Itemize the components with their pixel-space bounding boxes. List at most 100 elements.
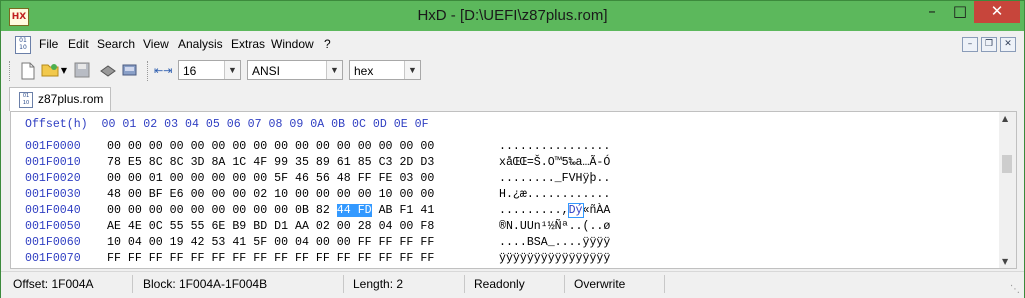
hex-byte[interactable]: 48: [107, 188, 121, 201]
hex-byte[interactable]: FD: [357, 204, 372, 217]
hex-byte[interactable]: 10: [274, 188, 288, 201]
hex-byte[interactable]: 00: [211, 140, 225, 153]
hex-byte[interactable]: 00: [107, 204, 121, 217]
hex-byte[interactable]: FF: [379, 236, 393, 249]
tab-z87plus[interactable]: 01 10 z87plus.rom: [9, 87, 111, 111]
hex-byte[interactable]: 00: [107, 140, 121, 153]
bytes-per-row-select[interactable]: 16 ▼: [178, 60, 241, 80]
hex-byte[interactable]: BD: [253, 220, 267, 233]
hex-bytes[interactable]: 78 E5 8C 8C 3D 8A 1C 4F 99 35 89 61 85 C…: [107, 155, 434, 171]
hex-byte[interactable]: FF: [358, 252, 372, 265]
scroll-thumb[interactable]: [1002, 155, 1012, 173]
hex-byte[interactable]: FF: [420, 252, 434, 265]
hex-byte[interactable]: 00: [211, 204, 225, 217]
save-icon[interactable]: [73, 62, 91, 80]
hex-byte[interactable]: 8C: [170, 156, 184, 169]
hex-byte[interactable]: FF: [107, 252, 121, 265]
hex-byte[interactable]: 00: [149, 140, 163, 153]
hex-byte[interactable]: 41: [420, 204, 434, 217]
hex-byte[interactable]: 00: [358, 140, 372, 153]
hex-bytes[interactable]: 00 00 00 00 00 00 00 00 00 0B 82 44 FD A…: [107, 203, 434, 219]
hex-byte[interactable]: 78: [107, 156, 121, 169]
hex-byte[interactable]: 00: [128, 172, 142, 185]
hex-byte[interactable]: AA: [295, 220, 309, 233]
hex-byte[interactable]: 55: [170, 220, 184, 233]
hex-byte[interactable]: 00: [232, 140, 246, 153]
text-column[interactable]: H.¿æ............: [499, 187, 610, 203]
hex-byte[interactable]: 3D: [191, 156, 205, 169]
hex-byte[interactable]: 00: [191, 204, 205, 217]
hex-byte[interactable]: 00: [274, 140, 288, 153]
vertical-scrollbar[interactable]: ▲ ▼: [999, 112, 1016, 268]
hex-byte[interactable]: 55: [191, 220, 205, 233]
toolbar-grip[interactable]: [9, 61, 13, 81]
hex-byte[interactable]: 00: [107, 172, 121, 185]
menu-analysis[interactable]: Analysis: [178, 37, 223, 51]
hex-byte[interactable]: FF: [191, 252, 205, 265]
hex-byte[interactable]: 04: [295, 236, 309, 249]
hex-byte[interactable]: 48: [337, 172, 351, 185]
mdi-close-icon[interactable]: ✕: [1000, 37, 1016, 52]
title-bar[interactable]: HX HxD - [D:\UEFI\z87plus.rom] – □ ✕: [1, 1, 1024, 31]
hex-byte[interactable]: 00: [316, 188, 330, 201]
mdi-restore-icon[interactable]: ❐: [981, 37, 997, 52]
hex-byte[interactable]: 00: [399, 140, 413, 153]
hex-byte[interactable]: 00: [274, 236, 288, 249]
hex-byte[interactable]: 00: [170, 140, 184, 153]
scroll-down-icon[interactable]: ▼: [1002, 257, 1008, 266]
hex-byte[interactable]: 04: [128, 236, 142, 249]
hex-bytes[interactable]: 48 00 BF E6 00 00 00 02 10 00 00 00 00 1…: [107, 187, 434, 203]
text-selection[interactable]: Dý: [567, 203, 584, 218]
hex-byte[interactable]: 01: [149, 172, 163, 185]
hex-byte[interactable]: AE: [107, 220, 121, 233]
hex-byte[interactable]: 42: [191, 236, 205, 249]
hex-byte[interactable]: 0B: [295, 204, 309, 217]
menu-extras[interactable]: Extras: [231, 37, 265, 51]
hex-byte[interactable]: 5F: [274, 172, 288, 185]
hex-byte[interactable]: 00: [232, 188, 246, 201]
chevron-down-icon[interactable]: ▼: [224, 61, 240, 79]
hex-byte[interactable]: 00: [191, 188, 205, 201]
hex-byte[interactable]: 8C: [149, 156, 163, 169]
text-column[interactable]: ®N.UUn¹½Ñª..(..ø: [499, 219, 610, 235]
menu-edit[interactable]: Edit: [68, 37, 89, 51]
hex-byte[interactable]: 82: [316, 204, 330, 217]
hex-byte[interactable]: 00: [295, 188, 309, 201]
hex-byte[interactable]: 03: [399, 172, 413, 185]
hex-byte[interactable]: FF: [253, 252, 267, 265]
hex-byte[interactable]: 2D: [399, 156, 413, 169]
hex-byte[interactable]: FF: [337, 252, 351, 265]
hex-byte[interactable]: 00: [274, 204, 288, 217]
hex-byte[interactable]: 02: [253, 188, 267, 201]
hex-byte[interactable]: 00: [170, 172, 184, 185]
menu-window[interactable]: Window: [271, 37, 314, 51]
hex-byte[interactable]: 00: [420, 172, 434, 185]
hex-byte[interactable]: 00: [316, 140, 330, 153]
hex-bytes[interactable]: 00 00 01 00 00 00 00 00 5F 46 56 48 FF F…: [107, 171, 434, 187]
hex-byte[interactable]: F1: [399, 204, 413, 217]
hex-byte[interactable]: 00: [337, 220, 351, 233]
hex-byte[interactable]: 41: [232, 236, 246, 249]
hex-byte[interactable]: 00: [191, 172, 205, 185]
hex-byte[interactable]: 85: [358, 156, 372, 169]
new-file-icon[interactable]: [19, 62, 37, 80]
menu-help[interactable]: ?: [324, 37, 331, 51]
hex-byte[interactable]: 19: [170, 236, 184, 249]
hex-byte[interactable]: 61: [337, 156, 351, 169]
hex-byte[interactable]: 8A: [211, 156, 225, 169]
hex-byte[interactable]: FF: [274, 252, 288, 265]
hex-byte[interactable]: FF: [420, 236, 434, 249]
hex-byte[interactable]: 00: [399, 220, 413, 233]
hex-byte[interactable]: 00: [253, 172, 267, 185]
hex-byte[interactable]: 6E: [211, 220, 225, 233]
text-column[interactable]: ....BSA_....ÿÿÿÿ: [499, 235, 610, 251]
hex-byte[interactable]: FF: [295, 252, 309, 265]
open-dropdown-arrow-icon[interactable]: ▼: [59, 62, 69, 80]
hex-byte[interactable]: 00: [420, 140, 434, 153]
hex-byte[interactable]: 00: [337, 140, 351, 153]
hex-byte[interactable]: FF: [128, 252, 142, 265]
hex-byte[interactable]: 00: [232, 204, 246, 217]
hex-byte[interactable]: 00: [211, 188, 225, 201]
hex-byte[interactable]: 02: [316, 220, 330, 233]
toolbar-grip[interactable]: [147, 61, 151, 81]
